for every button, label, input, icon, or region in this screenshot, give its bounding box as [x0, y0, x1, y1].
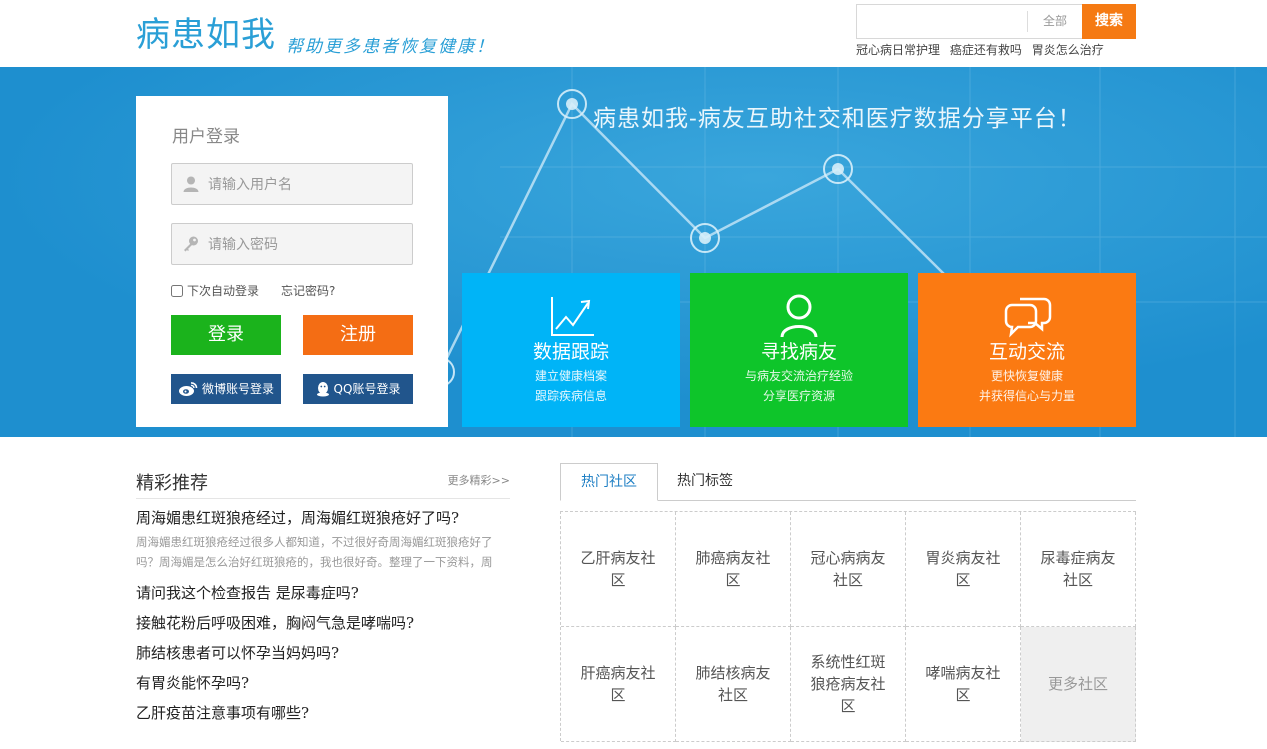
person-icon — [780, 294, 818, 338]
search-input[interactable] — [857, 5, 1027, 38]
community-cell[interactable]: 冠心病病友社区 — [791, 512, 906, 627]
feature-data-tracking[interactable]: 数据跟踪 建立健康档案 跟踪疾病信息 — [462, 273, 680, 427]
feature-desc: 建立健康档案 — [534, 369, 607, 383]
username-field — [171, 163, 413, 205]
recommend-header: 精彩推荐 更多精彩>> — [136, 467, 510, 499]
community-cell[interactable]: 系统性红斑狼疮病友社区 — [791, 627, 906, 742]
feature-title: 数据跟踪 — [532, 341, 609, 363]
feature-desc: 与病友交流治疗经验 — [744, 369, 853, 383]
weibo-login-label: 微博账号登录 — [201, 382, 274, 396]
feature-title: 互动交流 — [988, 341, 1065, 363]
remember-me[interactable]: 下次自动登录 — [171, 282, 259, 299]
recommend-more-link[interactable]: 更多精彩>> — [448, 472, 510, 488]
qq-login-label: QQ账号登录 — [333, 382, 401, 396]
feature-desc: 分享医疗资源 — [762, 389, 835, 403]
list-item: 乙肝疫苗注意事项有哪些? — [136, 702, 510, 732]
chat-bubbles-icon — [1004, 297, 1052, 338]
line-chart-icon — [551, 297, 594, 336]
community-cell[interactable]: 胃炎病友社区 — [906, 512, 1021, 627]
weibo-icon — [178, 382, 198, 396]
feature-desc: 跟踪疾病信息 — [534, 389, 607, 403]
community-cell[interactable]: 肝癌病友社区 — [561, 627, 676, 742]
forgot-password-link[interactable]: 忘记密码? — [281, 282, 335, 299]
list-item: 请问我这个检查报告 是尿毒症吗? — [136, 582, 510, 612]
list-item: 肺结核患者可以怀孕当妈妈吗? — [136, 642, 510, 672]
remember-me-checkbox[interactable] — [171, 284, 183, 297]
tab-hot-tags[interactable]: 热门标签 — [668, 463, 742, 501]
search-scope-select[interactable]: 全部 — [1029, 5, 1081, 38]
community-section: 热门社区 热门标签 乙肝病友社区 肺癌病友社区 冠心病病友社区 胃炎病友社区 尿… — [560, 463, 1136, 742]
list-item: 接触花粉后呼吸困难，胸闷气急是哮喘吗? — [136, 612, 510, 642]
password-input[interactable] — [208, 224, 408, 264]
community-cell[interactable]: 肺结核病友社区 — [676, 627, 791, 742]
user-icon — [183, 176, 199, 192]
article-link[interactable]: 请问我这个检查报告 是尿毒症吗? — [136, 584, 359, 602]
login-panel: 用户登录 下次自动登录 忘记密码? 登录 注册 — [136, 96, 448, 427]
article-link[interactable]: 肺结核患者可以怀孕当妈妈吗? — [136, 644, 339, 662]
weibo-login-button[interactable]: 微博账号登录 — [171, 374, 281, 404]
feature-find-patients[interactable]: 寻找病友 与病友交流治疗经验 分享医疗资源 — [690, 273, 908, 427]
banner-title: 病患如我-病友互助社交和医疗数据分享平台！ — [593, 106, 1082, 132]
hot-keywords: 冠心病日常护理 癌症还有救吗 胃炎怎么治疗 — [856, 41, 1110, 58]
community-cell[interactable]: 尿毒症病友社区 — [1021, 512, 1136, 627]
community-grid: 乙肝病友社区 肺癌病友社区 冠心病病友社区 胃炎病友社区 尿毒症病友社区 肝癌病… — [560, 511, 1136, 742]
feature-interaction[interactable]: 互动交流 更快恢复健康 并获得信心与力量 — [918, 273, 1136, 427]
article-link[interactable]: 接触花粉后呼吸困难，胸闷气急是哮喘吗? — [136, 614, 414, 632]
community-cell[interactable]: 肺癌病友社区 — [676, 512, 791, 627]
username-input[interactable] — [208, 164, 408, 204]
hero-banner: 病患如我-病友互助社交和医疗数据分享平台！ 用户登录 下次自动登录 忘记密码? … — [0, 67, 1267, 437]
tab-hot-communities[interactable]: 热门社区 — [560, 463, 658, 501]
search-divider — [1027, 11, 1028, 32]
featured-article-title[interactable]: 周海媚患红斑狼疮经过，周海媚红斑狼疮好了吗? — [136, 507, 459, 528]
feature-desc: 更快恢复健康 — [990, 369, 1063, 383]
list-item: 有胃炎能怀孕吗? — [136, 672, 510, 702]
recommend-title: 精彩推荐 — [136, 473, 208, 494]
community-cell[interactable]: 哮喘病友社区 — [906, 627, 1021, 742]
recommend-section: 精彩推荐 更多精彩>> 周海媚患红斑狼疮经过，周海媚红斑狼疮好了吗? 周海媚患红… — [136, 467, 510, 722]
site-logo[interactable]: 病患如我 — [136, 14, 276, 56]
login-button[interactable]: 登录 — [171, 315, 281, 355]
qq-login-button[interactable]: QQ账号登录 — [303, 374, 413, 404]
login-title: 用户登录 — [172, 127, 240, 147]
community-cell[interactable]: 乙肝病友社区 — [561, 512, 676, 627]
hot-keyword-link[interactable]: 癌症还有救吗 — [950, 43, 1022, 57]
key-icon — [184, 236, 198, 252]
hot-keyword-link[interactable]: 冠心病日常护理 — [856, 43, 940, 57]
qq-penguin-icon — [316, 382, 329, 397]
feature-title: 寻找病友 — [760, 341, 837, 363]
search-button[interactable]: 搜索 — [1082, 4, 1136, 39]
password-field — [171, 223, 413, 265]
more-communities-button[interactable]: 更多社区 — [1021, 627, 1136, 742]
featured-article-summary: 周海媚患红斑狼疮经过很多人都知道，不过很好奇周海媚红斑狼疮好了吗？周海媚是怎么治… — [136, 535, 493, 569]
article-link[interactable]: 有胃炎能怀孕吗? — [136, 674, 249, 692]
site-slogan: 帮助更多患者恢复健康！ — [286, 37, 495, 57]
article-link[interactable]: 乙肝疫苗注意事项有哪些? — [136, 704, 309, 722]
recommend-list: 请问我这个检查报告 是尿毒症吗? 接触花粉后呼吸困难，胸闷气急是哮喘吗? 肺结核… — [136, 582, 510, 732]
register-button[interactable]: 注册 — [303, 315, 413, 355]
remember-me-label: 下次自动登录 — [187, 284, 260, 298]
feature-desc: 并获得信心与力量 — [978, 389, 1075, 403]
community-tabs: 热门社区 热门标签 — [560, 463, 1136, 501]
site-header: 病患如我 帮助更多患者恢复健康！ 全部 搜索 冠心病日常护理 癌症还有救吗 胃炎… — [0, 0, 1267, 67]
search-box: 全部 — [856, 4, 1083, 39]
hot-keyword-link[interactable]: 胃炎怎么治疗 — [1032, 43, 1104, 57]
